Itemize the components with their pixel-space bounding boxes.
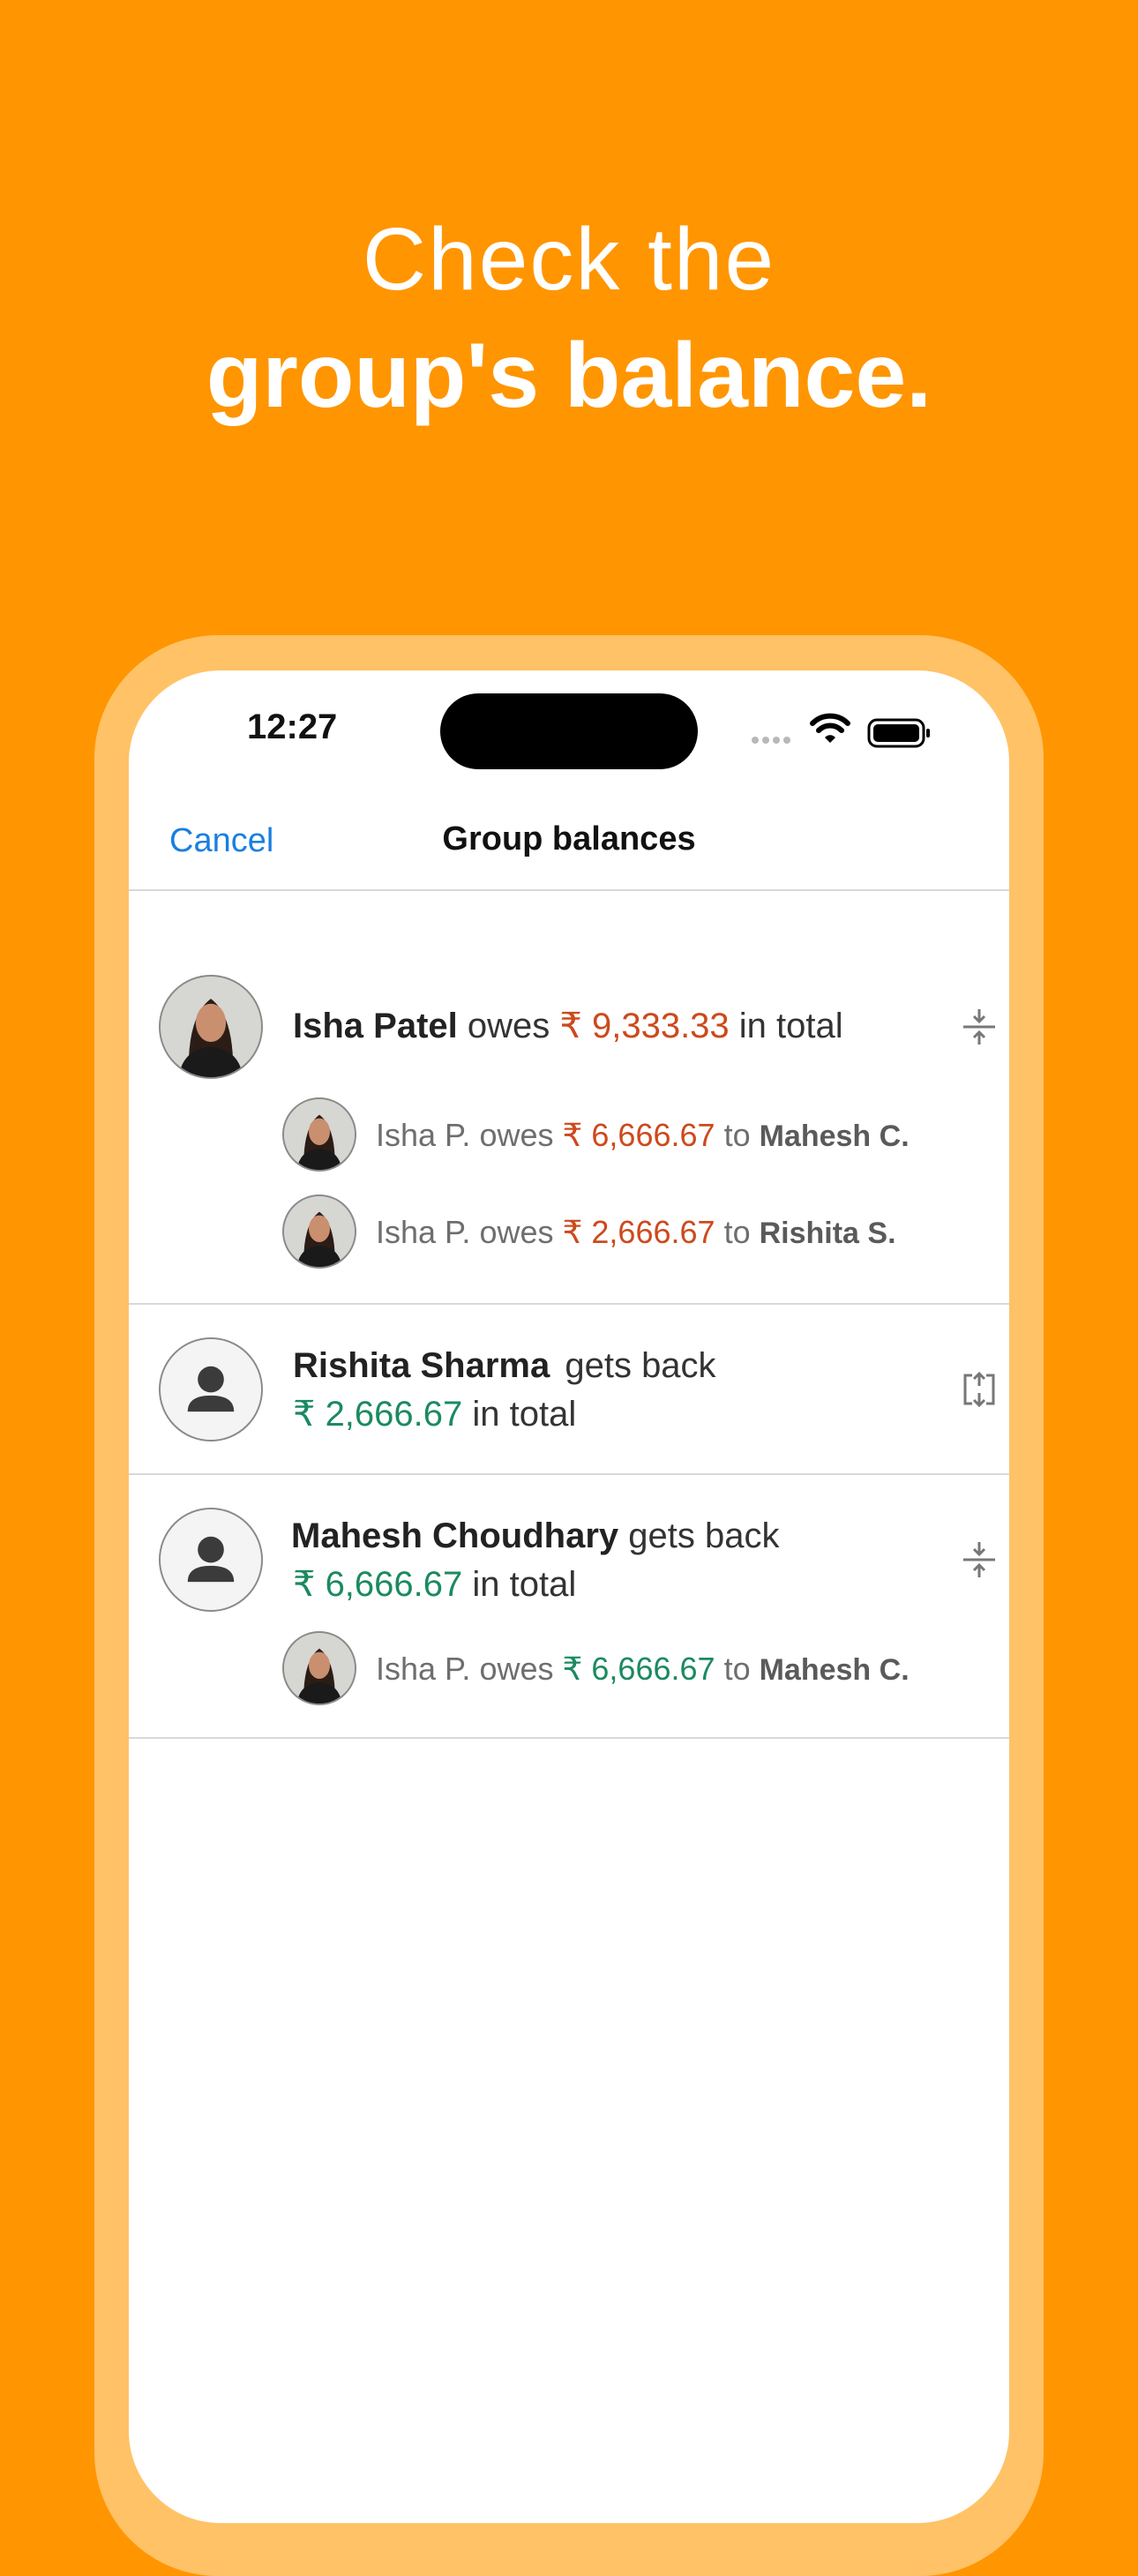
- debt-detail-text: Isha P. owes ₹ 2,666.67 to Rishita S.: [376, 1214, 896, 1251]
- member-amount: ₹ 6,666.67: [293, 1565, 463, 1604]
- member-total: ₹ 6,666.67 in total: [293, 1564, 576, 1605]
- member-summary: Mahesh Choudhary gets back: [291, 1516, 780, 1556]
- debt-amount: ₹ 2,666.67: [562, 1214, 715, 1250]
- member-suffix: in total: [738, 1007, 843, 1045]
- avatar: [282, 1631, 356, 1705]
- avatar: [282, 1097, 356, 1172]
- wifi-icon: [810, 713, 850, 743]
- member-suffix: in total: [472, 1395, 577, 1434]
- page-title: Group balances: [442, 820, 696, 857]
- debt-amount: ₹ 6,666.67: [562, 1651, 715, 1687]
- debtor-name: Isha P.: [376, 1214, 471, 1250]
- debt-to: to: [723, 1117, 751, 1153]
- debt-verb: owes: [479, 1214, 554, 1250]
- navbar: Cancel Group balances: [129, 785, 1009, 891]
- collapse-icon[interactable]: [958, 1539, 1000, 1581]
- member-name: Mahesh Choudhary: [291, 1516, 619, 1555]
- debt-verb: owes: [479, 1117, 554, 1153]
- divider: [129, 1473, 1009, 1475]
- member-amount: ₹ 9,333.33: [559, 1007, 730, 1045]
- member-name: Rishita Sharma: [293, 1346, 550, 1385]
- debtor-name: Isha P.: [376, 1117, 471, 1153]
- member-verb: owes: [467, 1007, 550, 1045]
- debt-detail-text: Isha P. owes ₹ 6,666.67 to Mahesh C.: [376, 1117, 910, 1154]
- headline-line-2: group's balance.: [206, 325, 932, 427]
- debt-to: to: [723, 1214, 751, 1250]
- phone-screen: 12:27 Cancel Group balances Isha Patel o…: [129, 670, 1009, 2523]
- status-time: 12:27: [247, 708, 338, 746]
- debt-verb: owes: [479, 1651, 554, 1687]
- member-verb: gets back: [565, 1346, 716, 1385]
- divider: [129, 1303, 1009, 1305]
- divider: [129, 1737, 1009, 1739]
- debt-amount: ₹ 6,666.67: [562, 1117, 715, 1153]
- debt-to: to: [723, 1651, 751, 1687]
- avatar: [159, 1337, 263, 1442]
- creditor-name: Mahesh C.: [759, 1653, 910, 1687]
- debt-detail-text: Isha P. owes ₹ 6,666.67 to Mahesh C.: [376, 1651, 910, 1688]
- battery-icon: [867, 718, 930, 748]
- expand-icon[interactable]: [958, 1368, 1000, 1411]
- member-total: ₹ 2,666.67 in total: [293, 1394, 576, 1434]
- creditor-name: Rishita S.: [759, 1217, 896, 1250]
- status-icons: [752, 713, 930, 748]
- member-name: Isha Patel: [293, 1007, 458, 1045]
- headline-line-1: Check the: [362, 210, 776, 309]
- debtor-name: Isha P.: [376, 1651, 471, 1687]
- collapse-icon[interactable]: [958, 1006, 1000, 1048]
- headline: Check the group's balance.: [0, 201, 1138, 434]
- avatar: [159, 975, 263, 1079]
- member-verb: gets back: [628, 1516, 780, 1555]
- cellular-signal-icon: [752, 732, 794, 748]
- member-amount: ₹ 2,666.67: [293, 1395, 463, 1434]
- member-summary: Isha Patel owes ₹ 9,333.33 in total: [293, 1006, 843, 1046]
- avatar: [159, 1508, 263, 1612]
- member-summary: Rishita Sharma gets back: [293, 1346, 716, 1386]
- creditor-name: Mahesh C.: [759, 1120, 910, 1153]
- avatar: [282, 1194, 356, 1269]
- dynamic-island: [440, 693, 698, 769]
- member-suffix: in total: [472, 1565, 577, 1604]
